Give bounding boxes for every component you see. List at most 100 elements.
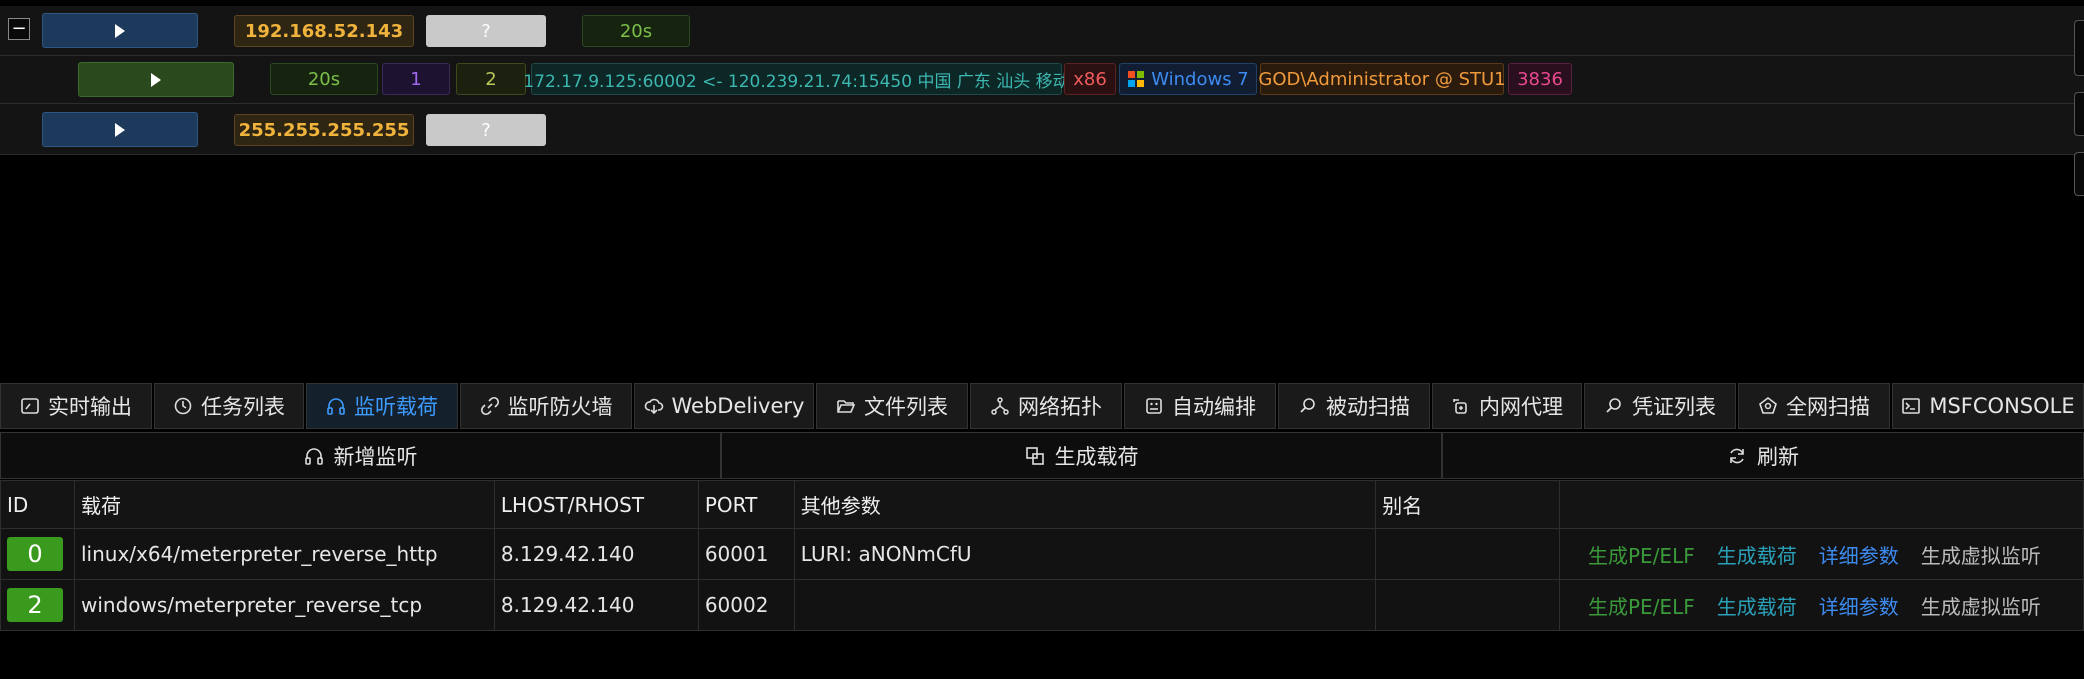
generate-payload-button[interactable]: 生成载荷 [721, 432, 1442, 479]
tab-bar: 实时输出 任务列表 监听载荷 监听防火墙 WebDelivery 文件列表 网络… [0, 383, 2084, 430]
headphones-icon [327, 398, 345, 415]
column-header-host: LHOST/RHOST [493, 480, 699, 529]
add-listener-button[interactable]: 新增监听 [0, 432, 721, 479]
scrollbar-handle[interactable] [2074, 20, 2084, 76]
tab-listener-payloads[interactable]: 监听载荷 [306, 383, 458, 429]
details-link[interactable]: 详细参数 [1819, 544, 1899, 568]
robot-icon [1146, 398, 1162, 414]
actions-cell: 生成PE/ELF 生成载荷 详细参数 生成虚拟监听 [1559, 579, 2084, 631]
arch-badge: x86 [1064, 63, 1116, 95]
session-ip: 255.255.255.255 [234, 114, 414, 146]
refresh-button[interactable]: 刷新 [1442, 432, 2084, 479]
count-badge: 2 [456, 63, 526, 95]
id-cell: 2 [0, 579, 75, 631]
topology-icon [991, 397, 1009, 415]
count-badge: 1 [382, 63, 450, 95]
heartbeat-badge: 20s [582, 15, 690, 47]
virtual-listener-link[interactable]: 生成虚拟监听 [1921, 595, 2041, 619]
search-icon [1606, 398, 1621, 413]
session-expand-button[interactable] [42, 112, 198, 147]
play-icon [115, 122, 125, 137]
tab-listener-firewall[interactable]: 监听防火墙 [460, 383, 632, 429]
tab-label: 网络拓扑 [1018, 395, 1102, 419]
tab-label: 实时输出 [48, 395, 132, 419]
tab-task-list[interactable]: 任务列表 [154, 383, 304, 429]
pid-badge: 3836 [1508, 63, 1572, 95]
tab-file-list[interactable]: 文件列表 [816, 383, 968, 429]
play-icon [151, 72, 161, 87]
column-header-port: PORT [697, 480, 795, 529]
generate-pe-elf-link[interactable]: 生成PE/ELF [1588, 595, 1695, 619]
virtual-listener-link[interactable]: 生成虚拟监听 [1921, 544, 2041, 568]
params-cell: LURI: aNONmCfU [793, 528, 1377, 580]
collapse-toggle[interactable]: − [8, 18, 30, 40]
tab-passive-scan[interactable]: 被动扫描 [1278, 383, 1430, 429]
table-row: 2 windows/meterpreter_reverse_tcp 8.129.… [0, 579, 2084, 631]
column-header-alias: 别名 [1375, 480, 1560, 529]
port-cell: 60002 [697, 579, 795, 631]
scrollbar-handle[interactable] [2074, 92, 2084, 136]
folder-open-icon [837, 400, 856, 413]
alias-cell [1375, 579, 1560, 631]
tab-label: 文件列表 [864, 395, 948, 419]
params-cell [793, 579, 1377, 631]
os-label: Windows 7 [1151, 68, 1249, 90]
id-cell: 0 [0, 528, 75, 580]
windows-icon [1128, 71, 1145, 87]
generate-pe-elf-link[interactable]: 生成PE/ELF [1588, 544, 1695, 568]
tab-label: 全网扫描 [1786, 395, 1870, 419]
table-header-row: ID 载荷 LHOST/RHOST PORT 其他参数 别名 [0, 480, 2084, 529]
id-badge: 2 [7, 588, 63, 622]
tab-label: WebDelivery [671, 394, 805, 418]
tab-label: 凭证列表 [1632, 395, 1716, 419]
tab-intranet-proxy[interactable]: 内网代理 [1432, 383, 1582, 429]
generate-payload-link[interactable]: 生成载荷 [1717, 595, 1797, 619]
session-ip: 192.168.52.143 [234, 15, 414, 47]
os-badge: Windows 7 [1119, 63, 1257, 95]
generate-payload-link[interactable]: 生成载荷 [1717, 544, 1797, 568]
tab-realtime-output[interactable]: 实时输出 [0, 383, 152, 429]
scrollbar-handle[interactable] [2074, 152, 2084, 196]
button-label: 新增监听 [333, 444, 418, 469]
tab-auto-orchestration[interactable]: 自动编排 [1124, 383, 1276, 429]
tab-full-network-scan[interactable]: 全网扫描 [1738, 383, 1890, 429]
session-expand-button[interactable] [78, 62, 234, 97]
tab-label: 任务列表 [201, 395, 285, 419]
tab-label: 监听载荷 [354, 395, 438, 419]
tab-label: 监听防火墙 [507, 395, 613, 419]
terminal-icon [1902, 398, 1921, 414]
tab-msfconsole[interactable]: MSFCONSOLE [1892, 383, 2084, 429]
session-expand-button[interactable] [42, 13, 198, 48]
tab-label: 自动编排 [1172, 395, 1256, 419]
link-off-icon [480, 396, 499, 416]
unknown-badge: ? [426, 114, 546, 146]
tab-label: 被动扫描 [1326, 395, 1410, 419]
column-header-params: 其他参数 [793, 480, 1377, 529]
headphones-icon [304, 447, 323, 465]
column-header-payload: 载荷 [73, 480, 495, 529]
id-badge: 0 [7, 537, 63, 571]
gauge-icon [21, 398, 39, 414]
search-file-icon [1300, 398, 1315, 413]
button-label: 刷新 [1757, 444, 1799, 469]
table-row: 0 linux/x64/meterpreter_reverse_http 8.1… [0, 528, 2084, 580]
alias-cell [1375, 528, 1560, 580]
host-cell: 8.129.42.140 [493, 579, 699, 631]
user-badge: GOD\Administrator @ STU1 [1258, 63, 1506, 95]
actions-cell: 生成PE/ELF 生成载荷 详细参数 生成虚拟监听 [1559, 528, 2084, 580]
clock-icon [174, 397, 192, 415]
button-label: 生成载荷 [1054, 444, 1139, 469]
payload-cell: windows/meterpreter_reverse_tcp [73, 579, 495, 631]
tab-network-topology[interactable]: 网络拓扑 [970, 383, 1122, 429]
unknown-badge: ? [426, 15, 546, 47]
cloud-download-icon [644, 398, 663, 415]
play-icon [115, 23, 125, 38]
refresh-icon [1730, 448, 1744, 463]
details-link[interactable]: 详细参数 [1819, 595, 1899, 619]
tab-webdelivery[interactable]: WebDelivery [634, 383, 814, 429]
host-cell: 8.129.42.140 [493, 528, 699, 580]
tab-label: MSFCONSOLE [1929, 394, 2075, 418]
copy-icon [1025, 446, 1044, 465]
tab-credential-list[interactable]: 凭证列表 [1584, 383, 1736, 429]
session-row-3: 255.255.255.255 ? [0, 104, 2084, 155]
